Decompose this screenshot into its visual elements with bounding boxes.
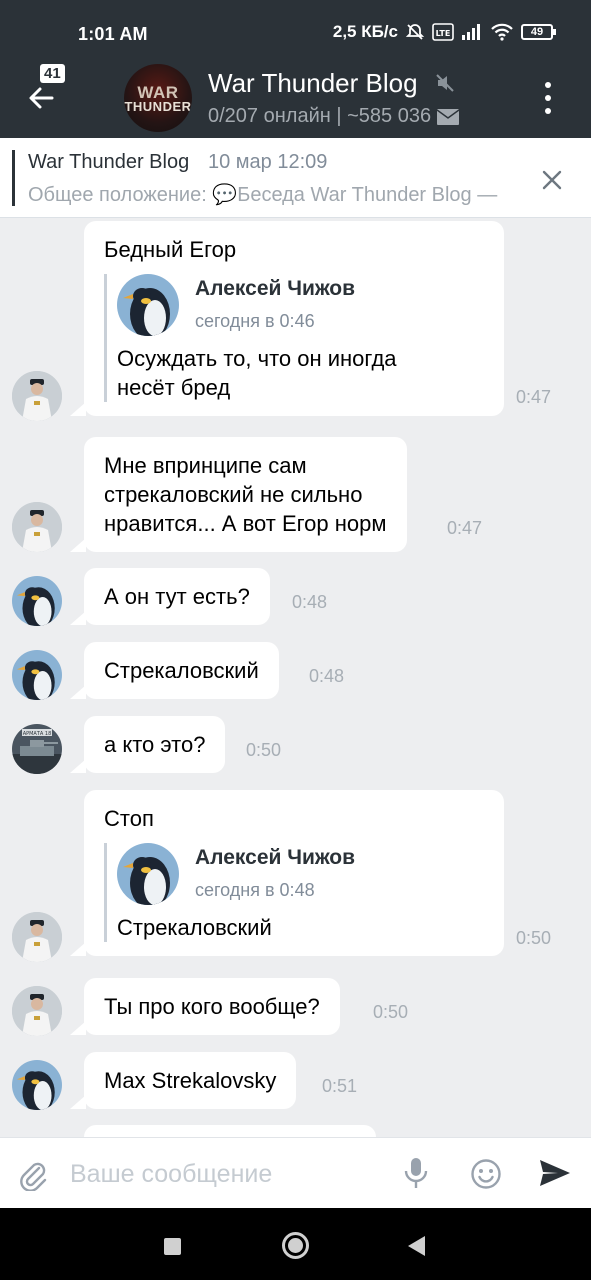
war-thunder-logo: WAR THUNDER (124, 83, 192, 114)
svg-text:LTE: LTE (436, 29, 451, 38)
chat-avatar[interactable]: WAR THUNDER (124, 64, 192, 132)
microphone-icon[interactable] (403, 1156, 429, 1190)
quote-time: сегодня в 0:48 (195, 880, 315, 900)
wifi-icon (491, 23, 513, 41)
recents-button[interactable] (164, 1238, 181, 1255)
unread-badge: 41 (40, 64, 65, 83)
penguin-avatar (117, 843, 179, 905)
members-count: 0/207 онлайн | ~585 036 (208, 105, 432, 127)
status-bar: 1:01 AM 2,5 КБ/с LTE 49 (0, 0, 591, 58)
status-time: 1:01 AM (78, 24, 148, 44)
message-time: 0:50 (246, 740, 282, 760)
partial-message-bubble[interactable] (84, 1125, 376, 1137)
message-bubble[interactable]: Стоп Алексей Чижов сегодня в 0:48 Стрека… (70, 790, 504, 956)
penguin-avatar[interactable] (12, 576, 62, 626)
pinned-text: Общее положение: 💬Беседа War Thunder Blo… (28, 184, 498, 206)
penguin-avatar (117, 274, 179, 336)
penguin-avatar[interactable] (12, 650, 62, 700)
message-time: 0:50 (516, 928, 552, 948)
officer-avatar[interactable] (12, 912, 62, 962)
message-bubble[interactable]: Мне впринципе сам стрекаловский не сильн… (70, 437, 407, 552)
message-bubble[interactable]: Max Strekalovsky (69, 1052, 297, 1109)
battery-icon: 49 (521, 24, 556, 40)
officer-avatar[interactable] (12, 986, 62, 1036)
message-time: 0:51 (322, 1076, 358, 1096)
status-icons: 2,5 КБ/с LTE 49 (332, 22, 556, 42)
volte-icon: LTE (432, 23, 454, 41)
quote-author: Алексей Чижов (195, 277, 356, 300)
officer-avatar[interactable] (12, 371, 62, 421)
tank-avatar[interactable]: АРМАТА 18 (12, 724, 62, 774)
pinned-message[interactable]: War Thunder Blog 10 мар 12:09 Общее поло… (0, 138, 591, 218)
quote-time: сегодня в 0:46 (195, 311, 315, 331)
officer-avatar[interactable] (12, 502, 62, 552)
quoted-message[interactable]: Алексей Чижов сегодня в 0:46 Осуждать то… (104, 274, 484, 402)
chat-title[interactable]: War Thunder Blog (208, 68, 418, 99)
emoji-icon[interactable] (470, 1158, 502, 1190)
message-bubble[interactable]: Ты про кого вообще? (70, 978, 340, 1035)
mute-icon (436, 74, 454, 92)
paperclip-icon[interactable] (18, 1159, 48, 1191)
message-text: Бедный Егор (104, 237, 237, 262)
close-icon[interactable] (540, 168, 564, 192)
message-time: 0:48 (309, 666, 345, 686)
message-bubble[interactable]: Стрекаловский (70, 642, 279, 699)
quote-author: Алексей Чижов (195, 846, 356, 869)
quoted-message[interactable]: Алексей Чижов сегодня в 0:48 Стрекаловск… (104, 843, 484, 942)
message-text: Стоп (104, 806, 154, 831)
message-time: 0:50 (373, 1002, 409, 1022)
message-bubble[interactable]: а кто это? (69, 716, 226, 773)
message-bubble[interactable]: Бедный Егор Алексей Чижов сегодня в 0:46… (70, 221, 504, 416)
message-text: Стрекаловский (104, 658, 259, 683)
quote-text: Осуждать то, что он иногда несёт бред (117, 346, 397, 400)
message-time: 0:47 (447, 518, 483, 538)
message-text: Мне впринципе сам стрекаловский не сильн… (104, 453, 387, 536)
message-bubble[interactable]: А он тут есть? (70, 568, 270, 625)
message-feed[interactable]: Бедный Егор Алексей Чижов сегодня в 0:46… (0, 219, 591, 1137)
message-time: 0:47 (516, 387, 552, 407)
message-text: Ты про кого вообще? (104, 994, 320, 1019)
pinned-bar (12, 150, 15, 206)
message-input[interactable] (70, 1154, 390, 1194)
message-text: А он тут есть? (104, 584, 250, 609)
back-button[interactable] (408, 1236, 425, 1256)
quote-text: Стрекаловский (117, 915, 272, 940)
mail-icon (437, 108, 460, 125)
chat-header: 41 WAR THUNDER War Thunder Blog 0/207 он… (0, 58, 591, 138)
signal-icon (462, 24, 480, 40)
system-nav-bar (0, 1208, 591, 1280)
message-composer (0, 1137, 591, 1208)
svg-text:АРМАТА 18: АРМАТА 18 (23, 731, 52, 737)
message-text: а кто это? (104, 732, 206, 757)
alarm-off-icon (405, 24, 425, 40)
home-button[interactable] (282, 1232, 309, 1259)
chat-subtitle: 0/207 онлайн | ~585 036 (208, 105, 460, 128)
penguin-avatar[interactable] (12, 1060, 62, 1110)
pinned-date: 10 мар 12:09 (208, 151, 328, 173)
more-vertical-icon[interactable] (540, 82, 556, 114)
network-speed: 2,5 КБ/с (332, 22, 398, 41)
pinned-author: War Thunder Blog (28, 151, 190, 173)
send-icon[interactable] (538, 1158, 572, 1188)
back-arrow-icon[interactable] (26, 80, 66, 116)
message-time: 0:48 (292, 592, 328, 612)
message-text: Max Strekalovsky (104, 1068, 277, 1093)
